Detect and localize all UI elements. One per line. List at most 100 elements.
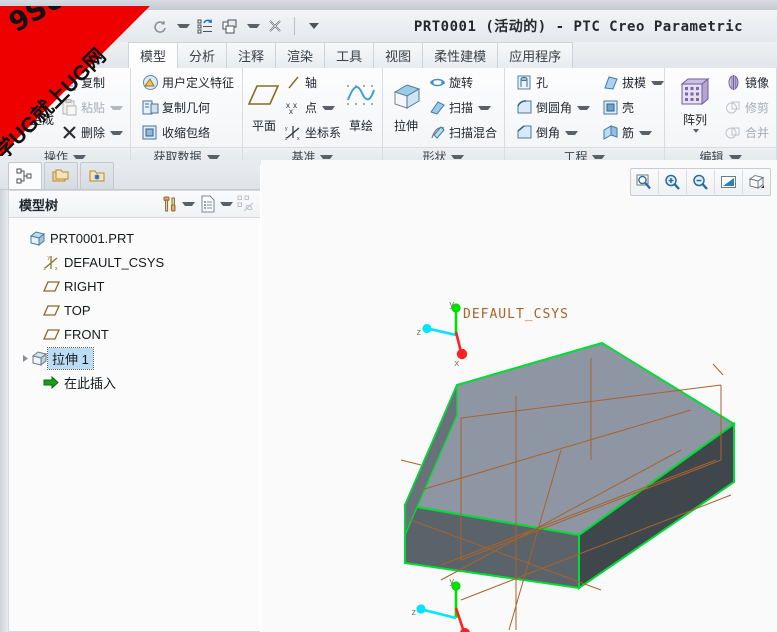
settings-caret-icon[interactable] — [182, 202, 195, 206]
zoom-out-icon[interactable] — [687, 170, 715, 194]
tree-row-front[interactable]: FRONT — [9, 322, 260, 346]
window-dropdown-icon[interactable] — [247, 24, 260, 28]
chamfer-button[interactable]: 倒角 — [513, 120, 593, 145]
tree-row-csys[interactable]: yxz DEFAULT_CSYS — [9, 250, 260, 274]
tab-model[interactable]: 模型 — [128, 42, 179, 69]
settings-icon[interactable] — [160, 194, 180, 214]
mirror-icon — [725, 74, 742, 91]
trim-button[interactable]: 修剪 — [722, 95, 772, 120]
datum-point-caret-icon[interactable] — [322, 105, 335, 110]
engineering-group-caret-icon[interactable] — [592, 154, 606, 159]
pattern-caret-icon[interactable] — [692, 128, 699, 140]
delete-caret-icon[interactable] — [110, 130, 124, 135]
swept-blend-button[interactable]: 扫描混合 — [426, 120, 500, 145]
operations-group-caret-icon[interactable] — [73, 154, 87, 159]
sweep-caret-icon[interactable] — [477, 105, 491, 110]
copy-geometry-button[interactable]: 复制几何 — [139, 95, 237, 120]
merge-icon — [725, 124, 742, 141]
delete-button[interactable]: 删除 — [58, 120, 126, 145]
get-data-group-caret-icon[interactable] — [206, 154, 220, 159]
udf-button[interactable]: 用户定义特征 — [139, 70, 237, 95]
model-viewport[interactable]: y z — [261, 160, 777, 632]
tab-render[interactable]: 渲染 — [275, 42, 326, 68]
rib-caret-icon[interactable] — [639, 130, 653, 135]
svg-text:y: y — [449, 577, 455, 587]
datum-point-button[interactable]: xxx 点 — [282, 95, 344, 120]
customize-qat-icon[interactable] — [304, 16, 324, 36]
editing-group-caret-icon[interactable] — [728, 154, 742, 159]
round-caret-icon[interactable] — [577, 105, 590, 110]
graphics-window[interactable]: y z y z x DEFAULT_CSYS — [261, 160, 777, 632]
swept-blend-button-label: 扫描混合 — [448, 126, 497, 140]
model-tree[interactable]: PRT0001.PRT yxz DEFAULT_CSYS RIGHT TOP F… — [8, 218, 260, 632]
paste-button[interactable]: 粘贴 — [58, 95, 126, 120]
shell-button[interactable]: 壳 — [599, 95, 667, 120]
rib-button[interactable]: 筋 — [599, 120, 667, 145]
model-tree-tab[interactable] — [8, 162, 42, 189]
revolve-button[interactable]: 旋转 — [426, 70, 500, 95]
ribbon-tab-bar: 模型 分析 注释 渲染 工具 视图 柔性建模 应用程序 — [0, 42, 777, 69]
regenerate-button[interactable]: 重新生成 — [4, 71, 56, 145]
tree-label-right: RIGHT — [64, 278, 105, 294]
delete-icon — [61, 124, 78, 141]
tree-row-extrude[interactable]: 拉伸 1 — [9, 346, 260, 370]
pattern-button[interactable]: 阵列 — [669, 71, 721, 145]
datum-plane-button[interactable]: 平面 — [247, 71, 281, 145]
tab-view[interactable]: 视图 — [373, 42, 424, 68]
tree-row-insert-here[interactable]: 在此插入 — [9, 370, 260, 394]
redo-dropdown-icon[interactable] — [177, 24, 190, 28]
tree-row-part[interactable]: PRT0001.PRT — [9, 226, 260, 250]
regenerate-caret-icon[interactable] — [28, 128, 34, 140]
display-caret-icon[interactable] — [220, 202, 233, 206]
copy-button[interactable]: 复制 — [58, 70, 126, 95]
chamfer-caret-icon[interactable] — [565, 130, 578, 135]
repaint-icon[interactable] — [715, 170, 743, 194]
copy-geometry-icon — [142, 99, 159, 116]
merge-button[interactable]: 合并 — [722, 120, 772, 145]
svg-text:x: x — [297, 136, 300, 141]
plane-icon — [42, 278, 61, 295]
draft-button[interactable]: 拔模 — [599, 70, 667, 95]
shapes-group-caret-icon[interactable] — [451, 154, 465, 159]
tab-tools[interactable]: 工具 — [324, 42, 375, 68]
datum-group-caret-icon[interactable] — [320, 154, 334, 159]
shrinkwrap-button[interactable]: 收缩包络 — [139, 120, 237, 145]
sketch-button[interactable]: 草绘 — [344, 71, 378, 145]
swept-blend-icon — [429, 124, 446, 141]
udf-icon — [142, 74, 159, 91]
display-icon[interactable] — [198, 194, 218, 214]
redo-icon[interactable] — [150, 16, 170, 36]
window-icon[interactable] — [220, 16, 240, 36]
filter-tree-icon[interactable] — [236, 194, 256, 214]
zoom-in-icon[interactable] — [659, 170, 687, 194]
tab-annotate[interactable]: 注释 — [226, 42, 277, 68]
tree-row-top[interactable]: TOP — [9, 298, 260, 322]
mirror-button[interactable]: 镜像 — [722, 70, 772, 95]
regenerate-icon[interactable] — [195, 16, 215, 36]
tab-model-label: 模型 — [140, 49, 167, 64]
round-button[interactable]: 倒圆角 — [513, 95, 593, 120]
paste-caret-icon[interactable] — [110, 105, 124, 110]
close-window-icon[interactable] — [265, 16, 285, 36]
refit-icon[interactable] — [631, 170, 659, 194]
favorites-tab[interactable] — [80, 162, 114, 189]
model-tree-header: 模型树 — [8, 190, 260, 218]
hole-button[interactable]: 孔 — [513, 70, 593, 95]
display-style-icon[interactable] — [743, 170, 770, 194]
tree-row-right[interactable]: RIGHT — [9, 274, 260, 298]
folder-browser-tab[interactable] — [44, 162, 78, 189]
tab-analysis[interactable]: 分析 — [177, 42, 228, 68]
draft-caret-icon[interactable] — [651, 80, 665, 85]
extrude-button[interactable]: 拉伸 — [387, 71, 425, 145]
datum-axis-button[interactable]: 轴 — [282, 70, 344, 95]
sweep-button[interactable]: 扫描 — [426, 95, 500, 120]
tab-flexible-modeling[interactable]: 柔性建模 — [422, 42, 499, 68]
plane-icon — [42, 326, 61, 343]
tab-applications[interactable]: 应用程序 — [497, 42, 574, 68]
paste-icon — [61, 99, 78, 116]
navigator-left-rail — [0, 160, 8, 632]
tree-expander-extrude[interactable] — [19, 354, 31, 363]
model-tree-title: 模型树 — [19, 197, 59, 213]
tab-flexible-modeling-label: 柔性建模 — [434, 49, 487, 64]
datum-csys-button[interactable]: y x z 坐标系 — [282, 120, 344, 145]
